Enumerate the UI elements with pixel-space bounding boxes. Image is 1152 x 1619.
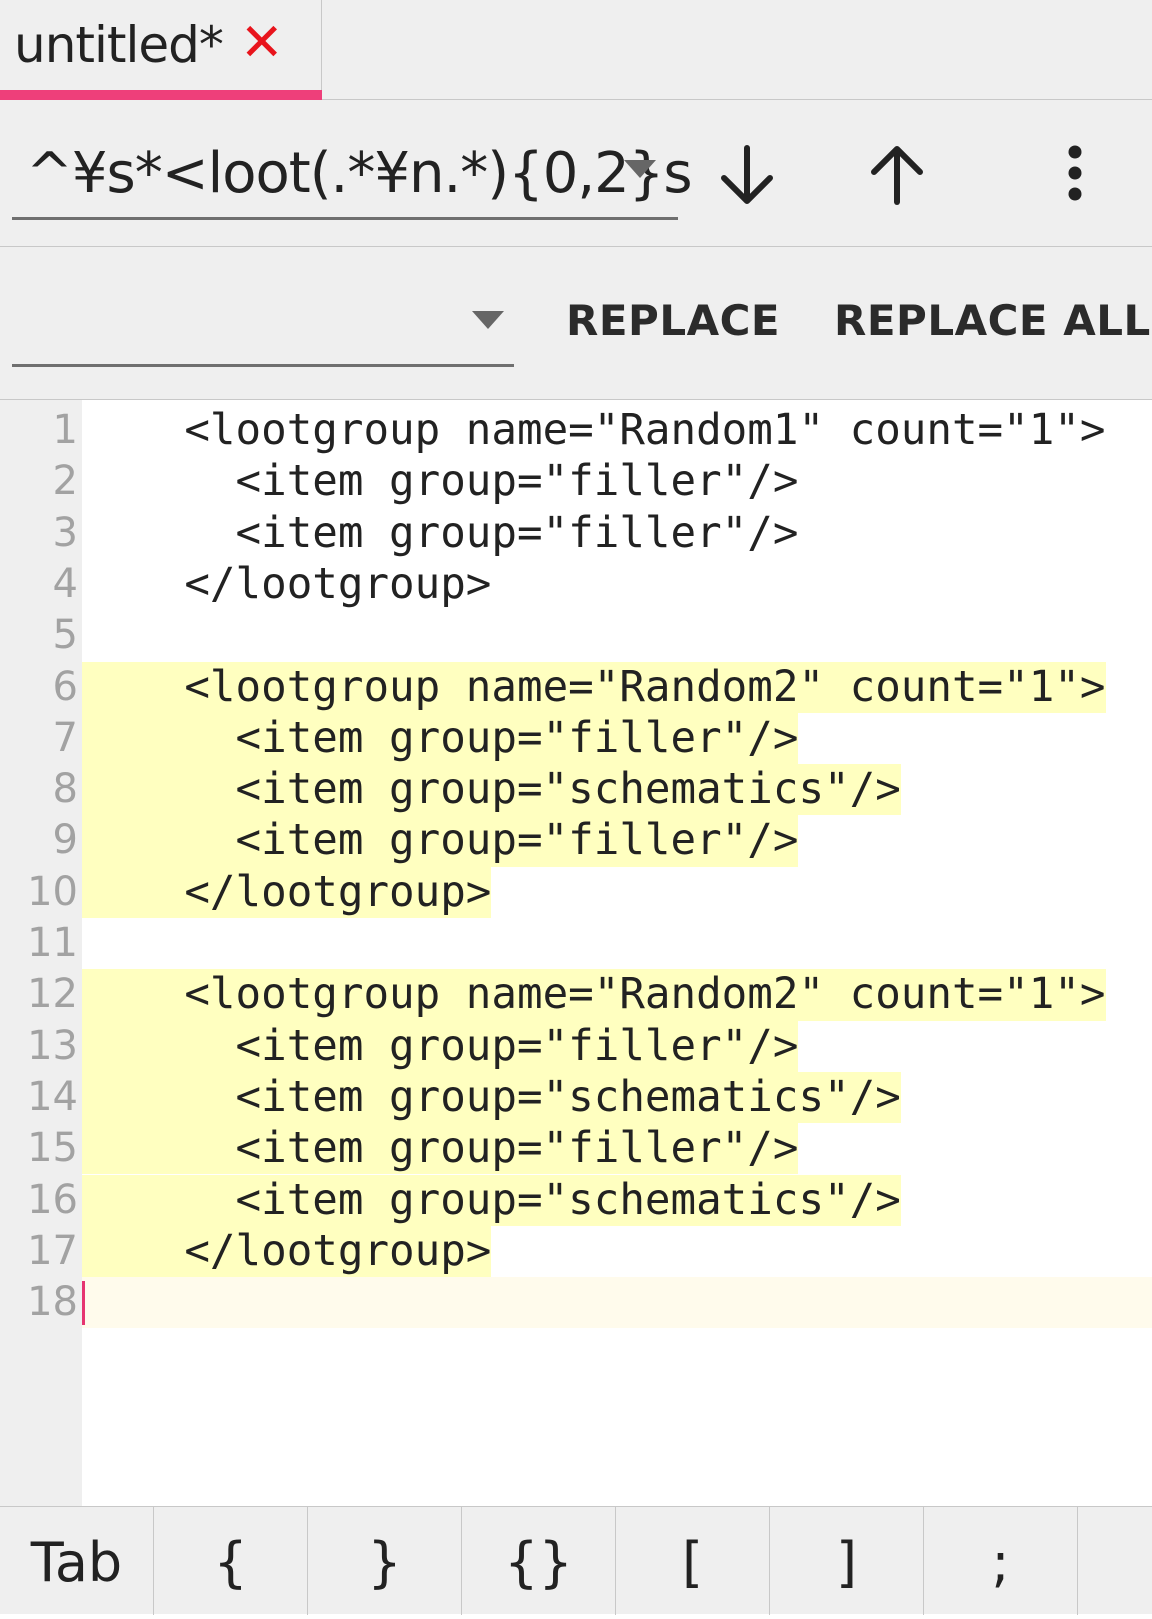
code-line-text-matched: <item group="filler"/> — [82, 815, 799, 867]
line-number: 6 — [52, 663, 78, 710]
overflow-menu-button[interactable] — [1040, 140, 1110, 210]
code-line-text: <item group="filler"/> — [82, 508, 799, 558]
arrow-down-icon — [721, 145, 773, 204]
code-line[interactable]: 9 <item group="filler"/> — [0, 815, 1152, 867]
code-line[interactable]: 11 — [0, 918, 1152, 969]
code-line-text-matched: <lootgroup name="Random2" count="1"> — [82, 969, 1106, 1021]
line-number: 2 — [52, 458, 78, 505]
line-number: 12 — [27, 971, 78, 1018]
line-number: 7 — [52, 714, 78, 761]
extra-key[interactable] — [1078, 1507, 1152, 1615]
line-number: 5 — [52, 612, 78, 659]
line-number: 10 — [27, 868, 78, 915]
replace-all-button[interactable]: REPLACE ALL — [834, 293, 1151, 349]
code-line[interactable]: 3 <item group="filler"/> — [0, 508, 1152, 559]
code-line-text: <lootgroup name="Random1" count="1"> — [82, 406, 1106, 455]
code-line[interactable]: 17 </lootgroup> — [0, 1225, 1152, 1278]
replace-button[interactable]: REPLACE — [566, 293, 780, 349]
code-line-text-matched: <item group="schematics"/> — [82, 764, 901, 816]
symbol-key-bar: Tab{}{}[]; — [0, 1506, 1152, 1615]
line-number: 14 — [27, 1073, 78, 1120]
close-icon[interactable]: ✕ — [240, 12, 284, 74]
code-line-text: <item group="filler"/> — [82, 457, 799, 507]
tab-bar: untitled* ✕ — [0, 0, 1152, 100]
code-line[interactable]: 12 <lootgroup name="Random2" count="1"> — [0, 969, 1152, 1021]
line-number: 11 — [27, 920, 78, 966]
tab-key[interactable]: Tab — [0, 1507, 154, 1615]
open-bracket-key[interactable]: [ — [616, 1507, 770, 1615]
current-line-highlight — [82, 1277, 1152, 1329]
code-line[interactable]: 15 <item group="filler"/> — [0, 1123, 1152, 1175]
line-number: 4 — [52, 560, 78, 607]
find-previous-button[interactable] — [862, 140, 932, 210]
find-next-button[interactable] — [712, 140, 782, 210]
open-brace-key[interactable]: { — [154, 1507, 308, 1615]
arrow-up-icon — [871, 146, 923, 205]
close-brace-key[interactable]: } — [308, 1507, 462, 1615]
line-number: 1 — [52, 407, 78, 453]
code-line[interactable]: 5 — [0, 610, 1152, 661]
code-line[interactable]: 4 </lootgroup> — [0, 559, 1152, 610]
code-line[interactable]: 8 <item group="schematics"/> — [0, 764, 1152, 816]
code-line[interactable]: 14 <item group="schematics"/> — [0, 1071, 1152, 1124]
code-line-text-matched: <item group="schematics"/> — [82, 1071, 901, 1124]
code-line-text-matched: <lootgroup name="Random2" count="1"> — [82, 661, 1106, 713]
line-number: 3 — [52, 509, 78, 556]
code-line-text-matched: <item group="filler"/> — [82, 1123, 799, 1175]
line-number: 9 — [52, 817, 78, 864]
replace-input[interactable] — [12, 283, 514, 367]
code-line[interactable]: 1 <lootgroup name="Random1" count="1"> — [0, 405, 1152, 456]
code-line-text: </lootgroup> — [82, 559, 492, 609]
code-line[interactable]: 16 <item group="schematics"/> — [0, 1174, 1152, 1226]
code-line[interactable]: 13 <item group="filler"/> — [0, 1020, 1152, 1072]
code-line-text-matched: <item group="schematics"/> — [82, 1174, 901, 1226]
line-number: 17 — [27, 1227, 78, 1274]
tab-untitled[interactable]: untitled* ✕ — [0, 0, 322, 100]
line-number: 13 — [27, 1022, 78, 1069]
text-caret — [82, 1281, 85, 1326]
tab-title: untitled* — [14, 16, 224, 74]
code-line-text-matched: <item group="filler"/> — [82, 712, 799, 765]
code-line[interactable]: 18 — [0, 1277, 1152, 1329]
code-line-text-matched: </lootgroup> — [82, 866, 492, 918]
replace-bar: REPLACE REPLACE ALL — [0, 247, 1152, 400]
line-number: 8 — [52, 766, 78, 813]
semicolon-key[interactable]: ; — [924, 1507, 1078, 1615]
code-line[interactable]: 7 <item group="filler"/> — [0, 712, 1152, 765]
code-line[interactable]: 10 </lootgroup> — [0, 866, 1152, 918]
more-vert-icon — [1068, 145, 1082, 201]
line-number: 15 — [27, 1125, 78, 1172]
code-line[interactable]: 2 <item group="filler"/> — [0, 456, 1152, 507]
line-number: 18 — [27, 1279, 78, 1326]
code-line-text-matched: </lootgroup> — [82, 1225, 492, 1278]
search-query-text: ^¥s*<loot(.*¥n.*){0,2}s — [26, 141, 693, 206]
search-history-dropdown-icon[interactable] — [624, 160, 656, 178]
brace-pair-key[interactable]: {} — [462, 1507, 616, 1615]
code-line[interactable]: 6 <lootgroup name="Random2" count="1"> — [0, 661, 1152, 713]
close-bracket-key[interactable]: ] — [770, 1507, 924, 1615]
replace-history-dropdown-icon[interactable] — [472, 311, 504, 329]
active-tab-indicator — [0, 90, 322, 100]
code-editor[interactable]: 1 <lootgroup name="Random1" count="1"> 2 … — [0, 400, 1152, 1506]
search-input[interactable]: ^¥s*<loot(.*¥n.*){0,2}s — [12, 136, 693, 220]
code-line-text-matched: <item group="filler"/> — [82, 1020, 799, 1072]
search-bar: ^¥s*<loot(.*¥n.*){0,2}s — [0, 100, 1152, 247]
line-number: 16 — [27, 1176, 78, 1223]
